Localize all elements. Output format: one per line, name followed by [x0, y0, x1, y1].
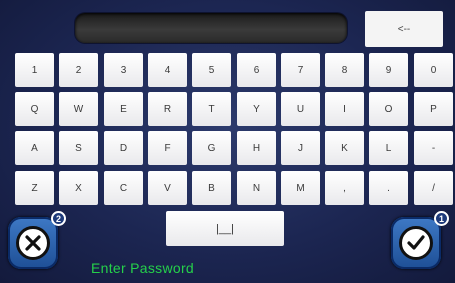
key-2-8[interactable]: I — [325, 92, 364, 126]
key-label: F — [164, 142, 171, 154]
key-label: H — [252, 142, 261, 154]
key-2-6[interactable]: Y — [237, 92, 276, 126]
key-1-3[interactable]: 3 — [104, 53, 143, 87]
key-1-6[interactable]: 6 — [237, 53, 276, 87]
key-1-4[interactable]: 4 — [148, 53, 187, 87]
key-1-2[interactable]: 2 — [59, 53, 98, 87]
key-label: 7 — [297, 64, 304, 76]
key-label: M — [296, 182, 305, 194]
key-2-9[interactable]: O — [369, 92, 408, 126]
key-label: Y — [253, 103, 260, 115]
key-label: B — [208, 182, 215, 194]
key-4-6[interactable]: N — [237, 171, 276, 205]
key-4-7[interactable]: M — [281, 171, 320, 205]
key-3-4[interactable]: F — [148, 131, 187, 165]
key-3-1[interactable]: A — [15, 131, 54, 165]
key-4-9[interactable]: . — [369, 171, 408, 205]
key-label: 6 — [253, 64, 260, 76]
key-label: 2 — [75, 64, 82, 76]
key-label: R — [163, 103, 172, 115]
key-3-8[interactable]: K — [325, 131, 364, 165]
backspace-key[interactable]: <-- — [365, 11, 443, 47]
key-1-7[interactable]: 7 — [281, 53, 320, 87]
key-label: . — [387, 182, 390, 194]
key-label: U — [296, 103, 305, 115]
key-3-5[interactable]: G — [192, 131, 231, 165]
key-3-3[interactable]: D — [104, 131, 143, 165]
key-1-10[interactable]: 0 — [414, 53, 453, 87]
key-label: Q — [30, 103, 39, 115]
key-3-10[interactable]: - — [414, 131, 453, 165]
key-label: 8 — [341, 64, 348, 76]
key-4-4[interactable]: V — [148, 171, 187, 205]
key-label: W — [73, 103, 84, 115]
key-label: E — [120, 103, 127, 115]
ok-button[interactable] — [391, 217, 441, 269]
key-2-7[interactable]: U — [281, 92, 320, 126]
password-field[interactable] — [75, 13, 347, 43]
space-key[interactable]: |__| — [166, 211, 284, 246]
key-label: P — [430, 103, 437, 115]
key-label: 9 — [385, 64, 392, 76]
key-2-5[interactable]: T — [192, 92, 231, 126]
key-4-10[interactable]: / — [414, 171, 453, 205]
cancel-button[interactable] — [8, 217, 58, 269]
key-label: Z — [31, 182, 38, 194]
key-4-3[interactable]: C — [104, 171, 143, 205]
key-4-5[interactable]: B — [192, 171, 231, 205]
key-1-1[interactable]: 1 — [15, 53, 54, 87]
keyboard-screen: <-- 1 2 3 4 5 6 7 8 9 0 Q W E R T Y U I O P A S D F G H J K L - Z X C V B N… — [0, 0, 455, 283]
key-label: V — [164, 182, 171, 194]
key-1-5[interactable]: 5 — [192, 53, 231, 87]
key-label: J — [298, 142, 303, 154]
enter-password-prompt: Enter Password — [91, 260, 195, 276]
key-label: , — [343, 182, 346, 194]
x-circle-icon — [16, 226, 50, 260]
key-3-2[interactable]: S — [59, 131, 98, 165]
key-label: I — [343, 103, 346, 115]
key-2-3[interactable]: E — [104, 92, 143, 126]
key-2-10[interactable]: P — [414, 92, 453, 126]
key-label: 4 — [164, 64, 171, 76]
ok-badge: 1 — [434, 211, 449, 226]
key-4-2[interactable]: X — [59, 171, 98, 205]
key-label: L — [385, 142, 392, 154]
key-label: C — [119, 182, 128, 194]
key-label: G — [207, 142, 216, 154]
key-label: A — [31, 142, 38, 154]
key-label: D — [119, 142, 128, 154]
key-2-2[interactable]: W — [59, 92, 98, 126]
key-label: O — [384, 103, 393, 115]
key-2-4[interactable]: R — [148, 92, 187, 126]
key-3-9[interactable]: L — [369, 131, 408, 165]
key-1-9[interactable]: 9 — [369, 53, 408, 87]
space-key-label: |__| — [216, 222, 234, 235]
key-2-1[interactable]: Q — [15, 92, 54, 126]
key-label: 1 — [31, 64, 38, 76]
key-label: 3 — [120, 64, 127, 76]
key-label: N — [252, 182, 261, 194]
backspace-key-label: <-- — [397, 23, 411, 35]
cancel-badge: 2 — [51, 211, 66, 226]
key-3-6[interactable]: H — [237, 131, 276, 165]
key-4-8[interactable]: , — [325, 171, 364, 205]
key-1-8[interactable]: 8 — [325, 53, 364, 87]
key-label: K — [341, 142, 348, 154]
key-label: S — [75, 142, 82, 154]
checkmark-circle-icon — [399, 226, 433, 260]
key-4-1[interactable]: Z — [15, 171, 54, 205]
key-label: / — [432, 182, 435, 194]
key-3-7[interactable]: J — [281, 131, 320, 165]
key-label: - — [431, 142, 436, 154]
key-label: X — [75, 182, 82, 194]
key-label: T — [208, 103, 215, 115]
key-label: 0 — [430, 64, 437, 76]
key-label: 5 — [208, 64, 215, 76]
